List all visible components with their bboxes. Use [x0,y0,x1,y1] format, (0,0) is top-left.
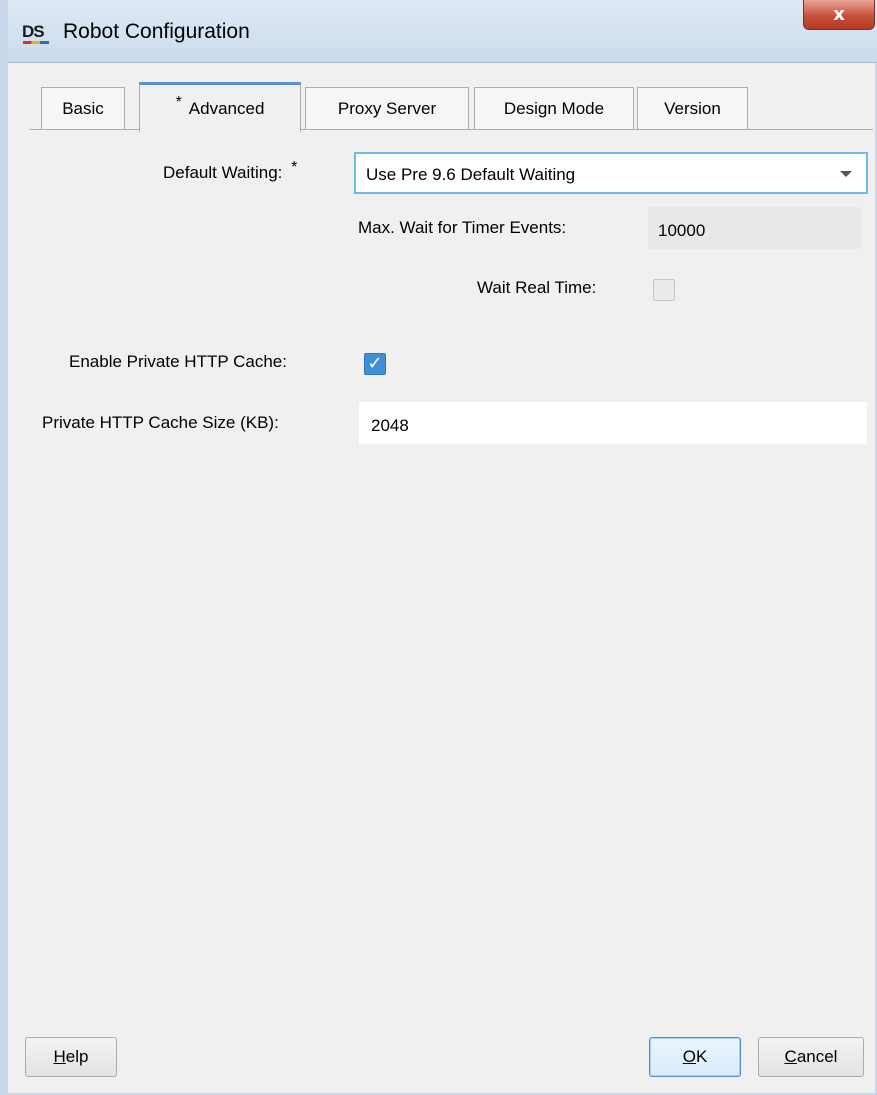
app-logo-stripe [23,41,49,44]
tab-label: Version [664,99,721,118]
app-logo: DS [22,22,52,44]
modified-marker: * [175,93,182,111]
tab-label: Basic [62,99,104,118]
tab-label: Advanced [188,98,265,118]
tab-basic[interactable]: Basic [41,87,125,130]
cache-size-value: 2048 [371,416,409,435]
app-logo-text: DS [22,22,45,41]
default-waiting-label-text: Default Waiting: [163,163,283,182]
chevron-down-icon [840,171,852,177]
tab-version[interactable]: Version [637,87,748,130]
dialog-window: DS Robot Configuration x Basic * Advance… [0,0,877,1095]
tab-label: Proxy Server [337,99,437,118]
wait-real-time-label: Wait Real Time: [477,278,597,297]
wait-real-time-checkbox[interactable] [653,279,675,301]
default-waiting-value: Use Pre 9.6 Default Waiting [366,165,576,184]
window-title: Robot Configuration [63,20,250,43]
ok-button[interactable]: OK [649,1037,741,1077]
cache-size-input[interactable]: 2048 [359,402,867,444]
max-wait-label: Max. Wait for Timer Events: [358,218,567,237]
help-accelerator: H [53,1047,66,1066]
default-waiting-select[interactable]: Use Pre 9.6 Default Waiting [354,152,868,194]
modified-marker: * [291,159,298,176]
cache-size-label: Private HTTP Cache Size (KB): [42,413,279,432]
max-wait-value: 10000 [658,221,706,240]
close-icon: x [833,4,845,25]
tab-label: Design Mode [503,99,605,118]
help-button[interactable]: Help [25,1037,117,1077]
help-label: elp [65,1047,89,1066]
close-button[interactable]: x [803,0,875,30]
cancel-button[interactable]: Cancel [758,1037,864,1077]
cancel-label: ancel [796,1047,838,1066]
checkmark-icon: ✓ [367,353,383,374]
max-wait-field: 10000 [648,207,862,249]
ok-label: K [695,1047,708,1066]
tab-design-mode[interactable]: Design Mode [474,87,634,130]
ok-accelerator: O [682,1047,696,1066]
enable-cache-label: Enable Private HTTP Cache: [69,352,287,371]
title-bar: DS Robot Configuration x [8,0,877,63]
tab-proxy-server[interactable]: Proxy Server [305,87,469,130]
tab-advanced[interactable]: * Advanced [139,82,301,132]
default-waiting-label: Default Waiting: * [163,159,297,183]
cancel-accelerator: C [784,1047,797,1066]
enable-cache-checkbox[interactable]: ✓ [364,353,386,375]
